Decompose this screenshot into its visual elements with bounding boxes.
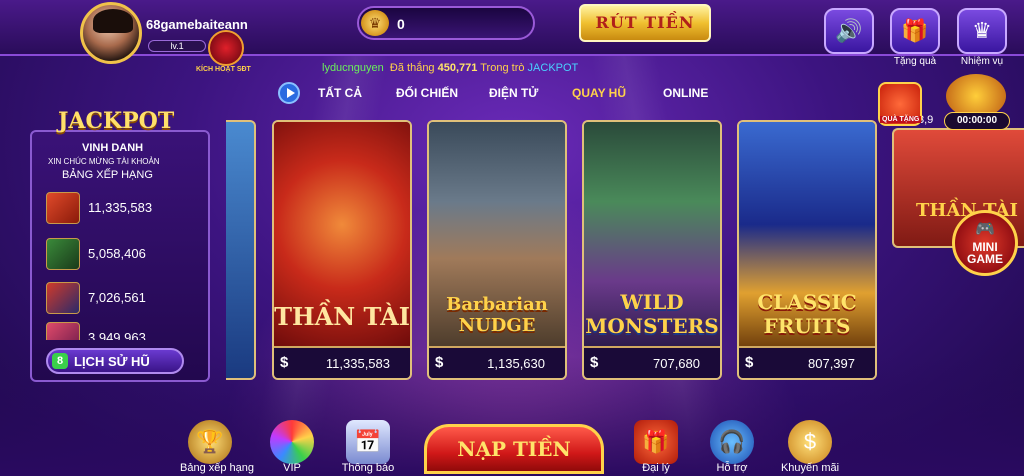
avatar[interactable] [80, 2, 142, 64]
activate-phone-label: KÍCH HOẠT SĐT [196, 66, 251, 73]
jackpot-row: 3,949,963 [46, 318, 196, 340]
ticker-in-game-text: Trong trò [480, 62, 525, 74]
gift-label: Tặng quà [893, 56, 937, 67]
vip-button[interactable]: VIP [262, 420, 322, 474]
game-thumb-icon [46, 322, 80, 340]
speaker-icon: 🔊 [835, 18, 863, 43]
tuyet-dia-thumb-icon [46, 238, 80, 270]
history-icon: 8 [52, 353, 68, 369]
game-card-partial[interactable] [226, 120, 256, 380]
ranking-button[interactable]: 🏆 Bảng xếp hạng [180, 420, 255, 474]
dollar-icon: $ [590, 354, 599, 371]
play-icon[interactable] [278, 82, 300, 104]
gift-badge-label: QUÀ TẶNG [880, 116, 922, 123]
agent-button[interactable]: 🎁 Đại lý [626, 420, 686, 474]
gamepad-icon: 🎮 [975, 221, 995, 238]
game-title: WILD MONSTERS [585, 290, 719, 338]
price-value: 11,335,583 [325, 356, 390, 371]
dollar-icon: $ [745, 354, 754, 371]
dollar-icon: $ [280, 354, 289, 371]
trophy-icon: 🏆 [188, 420, 232, 464]
mission-button[interactable]: ♛ [957, 8, 1007, 54]
crown-coin-icon: ♛ [361, 10, 389, 36]
coin-balance: ♛ 0 [357, 6, 535, 40]
gift-box-icon: 🎁 [634, 420, 678, 464]
jackpot-row: 7,026,561 [46, 278, 196, 318]
support-button[interactable]: 🎧 Hỗ trợ [702, 420, 762, 474]
mini-game-label: MINI GAME [967, 240, 1003, 266]
jackpot-ranking: BẢNG XẾP HẠNG [62, 169, 153, 181]
deposit-button[interactable]: NẠP TIỀN [424, 424, 604, 474]
sound-button[interactable]: 🔊 [824, 8, 874, 54]
activate-phone-icon[interactable] [208, 30, 244, 66]
win-ticker: lyducnguyen Đã thắng 450,771 Trong trò J… [322, 62, 578, 74]
jackpot-honor: VINH DANH [82, 142, 144, 154]
jackpot-row: 11,335,583 [46, 188, 196, 228]
dollar-icon: $ [435, 354, 444, 371]
jackpot-value: 3,949,963 [88, 330, 146, 340]
avengers-thumb-icon [46, 282, 80, 314]
ticker-game: JACKPOT [527, 62, 579, 74]
jackpot-history-button[interactable]: 8 LỊCH SỬ HŨ [46, 348, 184, 374]
tab-all[interactable]: TẤT CẢ [318, 86, 362, 100]
jackpot-price: $ 707,680 [584, 346, 720, 378]
gift-icon: 🎁 [901, 18, 929, 43]
crown-icon: ♛ [972, 18, 992, 43]
price-value: 707,680 [653, 356, 700, 371]
agent-label: Đại lý [642, 462, 670, 474]
ticker-amount: 450,771 [437, 62, 478, 74]
mission-label: Nhiệm vụ [960, 56, 1004, 67]
promo-button[interactable]: $ Khuyến mãi [780, 420, 840, 474]
game-card-barbarian[interactable]: Barbarian NUDGE $ 1,135,630 [427, 120, 567, 380]
jackpot-congrats: XIN CHÚC MỪNG TÀI KHOẢN [48, 157, 160, 166]
level-badge: lv.1 [148, 40, 206, 52]
ticker-won-text: Đã thắng [389, 62, 435, 74]
jackpot-price: $ 1,135,630 [429, 346, 565, 378]
support-label: Hỗ trợ [716, 462, 748, 474]
username: 68gamebaiteann [146, 17, 248, 32]
promo-label: Khuyến mãi [780, 462, 840, 474]
dollar-coin-icon: $ [788, 420, 832, 464]
jackpot-value: 11,335,583 [88, 200, 153, 215]
jackpot-title: JACKPOT [58, 108, 175, 134]
ticker-user: lyducnguyen [322, 62, 384, 74]
event-timer: 00:00:00 [944, 112, 1010, 130]
history-label: LỊCH SỬ HŨ [74, 354, 150, 369]
than-tai-thumb-icon [46, 192, 80, 224]
vip-wheel-icon [270, 420, 314, 464]
game-title: Barbarian NUDGE [446, 294, 548, 336]
gift-button[interactable]: 🎁 [890, 8, 940, 54]
ranking-label: Bảng xếp hạng [180, 462, 255, 474]
vip-label: VIP [283, 462, 301, 474]
notice-label: Thông báo [341, 462, 395, 474]
game-card-wild-monsters[interactable]: WILD MONSTERS $ 707,680 [582, 120, 722, 380]
tab-electronic[interactable]: ĐIỆN TỬ [489, 86, 538, 100]
tab-online[interactable]: ONLINE [663, 86, 708, 100]
headset-icon: 🎧 [710, 420, 754, 464]
calendar-icon: 📅 [346, 420, 390, 464]
tab-versus[interactable]: ĐỐI CHIẾN [396, 86, 458, 100]
price-value: 807,397 [808, 356, 855, 371]
jackpot-price: $ 807,397 [739, 346, 875, 378]
price-value: 1,135,630 [487, 356, 545, 371]
game-card-than-tai[interactable]: THẦN TÀI $ 11,335,583 [272, 120, 412, 380]
withdraw-button[interactable]: RÚT TIỀN [579, 4, 711, 42]
game-title: CLASSIC FRUITS [757, 290, 857, 338]
tab-slots[interactable]: QUAY HŨ [572, 86, 626, 100]
game-title: THẦN TÀI [274, 302, 410, 331]
jackpot-row: 5,058,406 [46, 234, 196, 274]
jackpot-price: $ 11,335,583 [274, 346, 410, 378]
jackpot-value: 7,026,561 [88, 290, 146, 305]
notice-button[interactable]: 📅 Thông báo [338, 420, 398, 474]
mini-game-button[interactable]: 🎮 MINI GAME [952, 210, 1018, 276]
coin-value: 0 [397, 16, 405, 32]
jackpot-value: 5,058,406 [88, 246, 146, 261]
game-card-classic-fruits[interactable]: CLASSIC FRUITS $ 807,397 [737, 120, 877, 380]
